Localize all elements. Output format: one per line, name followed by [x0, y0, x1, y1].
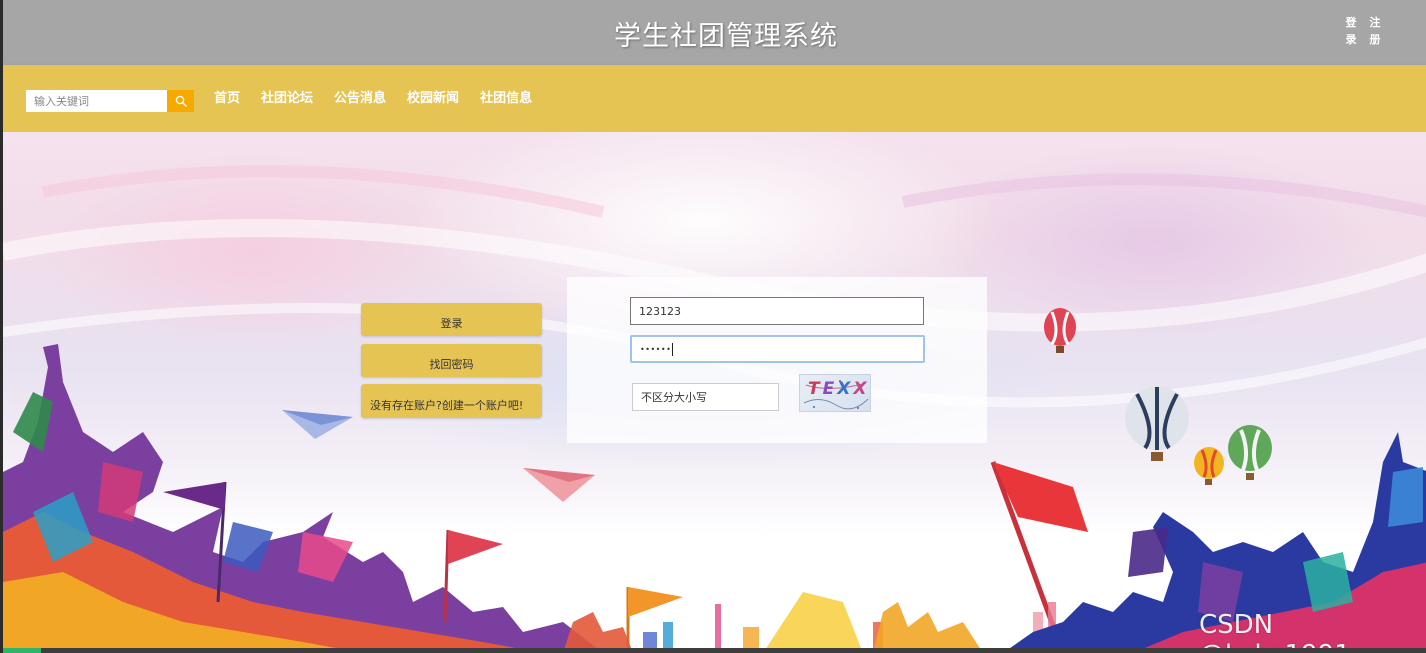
paper-plane-icon [523, 468, 595, 502]
nav-campus-news[interactable]: 校园新闻 [407, 90, 459, 108]
auth-links: 登 注 录 册 [1343, 14, 1383, 48]
page: 学生社团管理系统 登 注 录 册 首页 社团论坛 公告消息 校园新闻 社团信 [0, 0, 1426, 653]
captcha-char: E [822, 379, 838, 399]
password-value: •••••• [640, 344, 672, 354]
nav-forum[interactable]: 社团论坛 [261, 90, 313, 108]
login-button[interactable]: 登录 [361, 303, 542, 336]
register-link-char[interactable]: 册 [1367, 31, 1383, 48]
search-button[interactable] [167, 90, 194, 112]
hot-air-balloon-icon [1194, 447, 1224, 485]
progress-fill [3, 648, 41, 653]
watermark: CSDN @kybs1991 [1199, 610, 1351, 653]
create-account-button[interactable]: 没有存在账户?创建一个账户吧! [361, 384, 542, 418]
nav-announcements[interactable]: 公告消息 [334, 90, 386, 108]
search-icon [175, 95, 187, 107]
search-input[interactable] [26, 90, 167, 112]
paper-plane-icon [282, 410, 353, 439]
recover-password-button[interactable]: 找回密码 [361, 344, 542, 377]
nav-club-info[interactable]: 社团信息 [480, 90, 532, 108]
captcha-char: X [853, 379, 870, 399]
text-caret [672, 342, 674, 356]
hot-air-balloon-icon [1228, 425, 1272, 480]
captcha-char: X [837, 379, 854, 399]
login-link-char[interactable]: 录 [1343, 31, 1359, 48]
register-link-char[interactable]: 注 [1367, 14, 1383, 31]
nav-home[interactable]: 首页 [214, 90, 240, 108]
auth-row-top: 登 注 [1343, 14, 1383, 31]
captcha-char: T [808, 379, 823, 399]
captcha-input[interactable]: 不区分大小写 [632, 383, 779, 411]
bottom-progress-strip [3, 648, 1426, 653]
nav-bar: 首页 社团论坛 公告消息 校园新闻 社团信息 [3, 65, 1426, 132]
site-title: 学生社团管理系统 [614, 21, 838, 52]
login-link-char[interactable]: 登 [1343, 14, 1359, 31]
hot-air-balloon-icon [1125, 386, 1189, 461]
username-value: 123123 [639, 304, 681, 318]
nav-links: 首页 社团论坛 公告消息 校园新闻 社团信息 [214, 90, 553, 108]
auth-row-bottom: 录 册 [1343, 31, 1383, 48]
site-header: 学生社团管理系统 登 注 录 册 [3, 0, 1426, 65]
captcha-placeholder: 不区分大小写 [641, 391, 707, 404]
username-field[interactable]: 123123 [630, 297, 924, 325]
captcha-code: TEXX [808, 379, 869, 399]
captcha-image[interactable]: TEXX [799, 374, 871, 412]
hot-air-balloon-icon [1044, 308, 1076, 353]
password-field[interactable]: •••••• [630, 335, 925, 363]
city-skyline [643, 592, 1056, 653]
